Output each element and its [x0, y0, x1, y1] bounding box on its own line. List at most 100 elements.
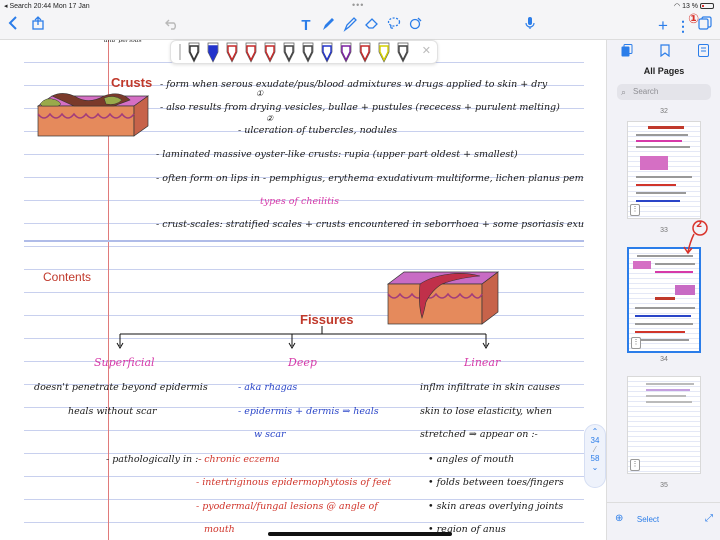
sidebar-title: All Pages	[643, 66, 685, 76]
expand-icon[interactable]: ⤢	[705, 513, 713, 524]
crusts-title: Crusts	[111, 75, 153, 90]
home-indicator[interactable]	[268, 532, 452, 536]
page-thumbnail-34-selected[interactable]: ⋮	[627, 247, 701, 353]
crusts-line-1: - form when serous exudate/pus/blood adm…	[160, 79, 548, 90]
pen-color-tray: ✕	[170, 40, 438, 64]
status-right: ◠ 13 %	[674, 2, 714, 10]
crusts-skin-illustration	[36, 93, 150, 137]
annotation-arrow	[683, 220, 708, 255]
thumbnail-more-icon[interactable]: ⋮	[630, 459, 640, 471]
pen-swatch-7[interactable]	[302, 42, 314, 63]
undo-icon[interactable]	[164, 16, 180, 36]
pen-swatch-11[interactable]	[378, 42, 390, 63]
crusts-line-5: - often form on lips in - pemphigus, ery…	[156, 173, 584, 184]
select-button[interactable]: Select	[591, 515, 705, 524]
superficial-heading: Superficial	[94, 356, 155, 369]
page-number-35: 35	[660, 482, 668, 489]
deep-line-1: - aka rhagas	[238, 382, 298, 393]
note-page[interactable]: ᵤ̃ₙᵤ ₚₑᵣᵢₒᵤₛ Crusts - form when serous e…	[24, 40, 584, 540]
left-gutter	[0, 40, 24, 540]
chevron-left-icon[interactable]	[6, 16, 20, 36]
linear-heading: Linear	[464, 356, 501, 369]
page-number-32: 32	[660, 108, 668, 115]
superficial-line-5: - intertriginous epidermophytosis of fee…	[196, 477, 392, 488]
pen-swatches[interactable]	[187, 42, 417, 64]
pages-tab-icon[interactable]	[619, 44, 635, 60]
cut-off-text: ᵤ̃ₙᵤ ₚₑᵣᵢₒᵤₛ	[104, 40, 142, 45]
microphone-icon[interactable]	[522, 16, 538, 36]
pen-swatch-10[interactable]	[359, 42, 371, 63]
contents-label: Contents	[43, 270, 92, 284]
crusts-line-3: - ulceration of tubercles, nodules	[238, 125, 398, 136]
page-thumbnail-35[interactable]: ⋮	[627, 376, 701, 474]
battery-percent: 13 %	[682, 3, 699, 10]
bookmark-tab-icon[interactable]	[657, 44, 673, 60]
pages-sidebar: All Pages ⌕ Search 32 ⋮ 33 ⋮ 34 ⋮ 35 ⊕ S…	[606, 40, 720, 540]
pen-swatch-2[interactable]	[207, 42, 219, 63]
close-icon[interactable]: ✕	[422, 44, 431, 57]
highlighter-tool-icon[interactable]	[342, 16, 358, 36]
superficial-line-7: mouth	[204, 524, 235, 535]
linear-line-6: • skin areas overlying joints	[428, 501, 564, 512]
thumbnail-more-icon[interactable]: ⋮	[631, 337, 641, 349]
linear-line-1: inflm infiltrate in skin causes	[420, 382, 560, 393]
page-scroll-indicator[interactable]: ⌃ 34 ⁄ 58 ⌄	[584, 424, 606, 488]
page-thumbnail-33[interactable]: ⋮	[627, 121, 701, 219]
pen-swatch-5[interactable]	[264, 42, 276, 63]
fissures-skin-illustration	[386, 271, 500, 325]
pen-swatch-9[interactable]	[340, 42, 352, 63]
pen-swatch-6[interactable]	[283, 42, 295, 63]
search-placeholder: Search	[633, 87, 659, 96]
top-toolbar: T + ⋮	[0, 12, 720, 40]
superficial-line-1: doesn't penetrate beyond epidermis	[34, 382, 208, 393]
deep-line-2: - epidermis + dermis ⇒ heals	[238, 406, 379, 417]
crusts-line-6: types of cheilitis	[260, 196, 339, 207]
battery-icon	[700, 3, 714, 10]
pen-swatch-8[interactable]	[321, 42, 333, 63]
status-left-text: ◂ Search 20:44 Mon 17 Jan	[4, 3, 90, 10]
circle-mark-1: ①	[256, 89, 264, 98]
crusts-line-2: - also results from drying vesicles, bul…	[160, 102, 560, 113]
deep-line-3: w scar	[254, 429, 286, 440]
chevron-down-icon[interactable]: ⌄	[585, 463, 605, 472]
search-icon: ⌕	[621, 87, 627, 97]
circle-mark-2: ②	[266, 114, 274, 123]
fissures-title: Fissures	[300, 312, 354, 327]
pen-swatch-4[interactable]	[245, 42, 257, 63]
shapes-tool-icon[interactable]	[408, 16, 424, 36]
chevron-up-icon[interactable]: ⌃	[585, 427, 605, 436]
deep-heading: Deep	[288, 356, 317, 369]
tray-handle[interactable]	[179, 44, 181, 60]
fissures-tree-lines	[116, 326, 490, 349]
share-icon[interactable]	[30, 16, 46, 36]
linear-line-5: • folds between toes/fingers	[428, 477, 564, 488]
text-tool-icon[interactable]: T	[298, 16, 314, 36]
section-divider	[24, 240, 584, 242]
thumbnail-more-icon[interactable]: ⋮	[630, 204, 640, 216]
annotation-1: ①	[688, 12, 700, 27]
pen-swatch-3[interactable]	[226, 42, 238, 63]
more-options-button[interactable]: ⋮	[676, 16, 690, 36]
eraser-tool-icon[interactable]	[364, 16, 380, 36]
linear-line-4: • angles of mouth	[428, 454, 515, 465]
pen-swatch-1[interactable]	[188, 42, 200, 63]
linear-line-2: skin to lose elasticity, when	[420, 406, 553, 417]
superficial-line-3: - pathologically in :-	[106, 454, 202, 465]
lasso-tool-icon[interactable]	[386, 16, 402, 36]
page-number-34: 34	[660, 356, 668, 363]
outline-tab-icon[interactable]	[695, 44, 711, 60]
sidebar-tabs	[607, 44, 720, 60]
sidebar-search-input[interactable]: ⌕ Search	[617, 84, 711, 100]
sidebar-bottom-bar: ⊕ Select ⤢	[607, 502, 720, 540]
crusts-line-4: - laminated massive oyster-like crusts: …	[156, 149, 518, 160]
current-page-number: 34	[590, 436, 600, 445]
linear-line-3: stretched ⇒ appear on :-	[420, 429, 538, 440]
pen-swatch-12[interactable]	[397, 42, 409, 63]
wifi-icon: ◠	[674, 3, 681, 10]
pen-tool-icon[interactable]	[320, 16, 336, 36]
status-bar: ◂ Search 20:44 Mon 17 Jan ••• ◠ 13 %	[0, 0, 720, 12]
superficial-line-2: heals without scar	[68, 406, 157, 417]
add-page-button[interactable]: +	[656, 16, 670, 36]
multitasking-dots-icon[interactable]: •••	[352, 0, 364, 10]
superficial-line-4: - chronic eczema	[198, 454, 280, 465]
